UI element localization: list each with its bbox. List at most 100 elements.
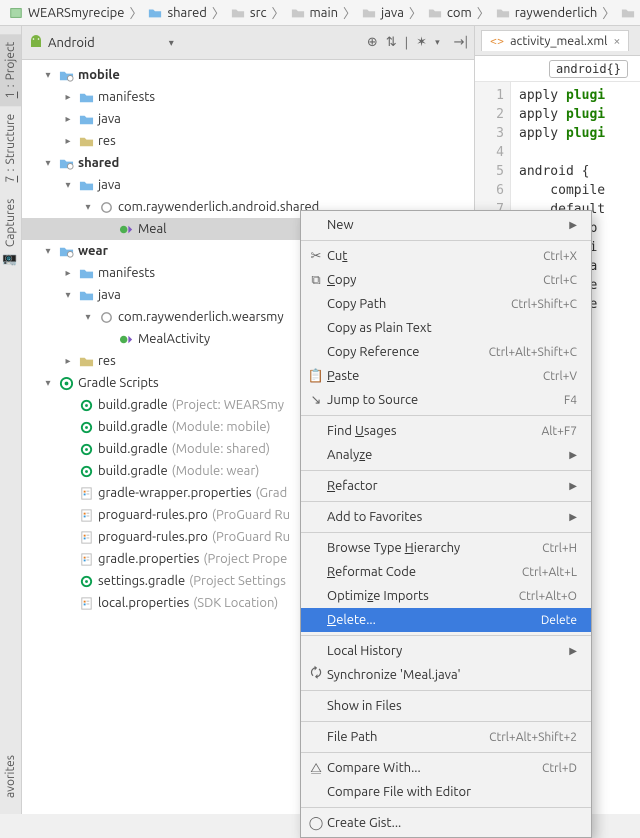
panel-header: Android ▾ ⊕ ⇅ | ✶ ▾ →| xyxy=(22,26,474,60)
target-icon[interactable]: ⊕ xyxy=(367,35,378,50)
tree-label: build.gradle xyxy=(98,398,168,412)
gradle-file-icon xyxy=(78,573,94,589)
minimize-icon[interactable]: →| xyxy=(454,35,468,50)
tree-arrow-icon[interactable]: ▾ xyxy=(42,377,54,389)
menu-label: Find Usages xyxy=(327,424,539,438)
folder-icon xyxy=(8,5,24,21)
menu-item[interactable]: Show in Files xyxy=(301,694,591,718)
menu-item[interactable]: Compare File with Editor xyxy=(301,780,591,804)
folder-icon xyxy=(147,5,163,21)
tree-arrow-icon[interactable]: ▸ xyxy=(62,135,74,147)
tree-row[interactable]: ▾mobile xyxy=(22,64,474,86)
context-menu[interactable]: New▶✂CutCtrl+X⧉CopyCtrl+CCopy PathCtrl+S… xyxy=(300,210,592,838)
tree-row[interactable]: ▸java xyxy=(22,108,474,130)
side-tab-captures[interactable]: 📷 Captures xyxy=(0,191,21,274)
sort-icon[interactable]: ⇅ xyxy=(386,35,397,50)
menu-item[interactable]: ✂CutCtrl+X xyxy=(301,244,591,268)
menu-item[interactable]: Refactor▶ xyxy=(301,474,591,498)
menu-item[interactable]: Copy ReferenceCtrl+Alt+Shift+C xyxy=(301,340,591,364)
menu-shortcut: Ctrl+H xyxy=(542,542,577,555)
editor-chip[interactable]: android{} xyxy=(549,60,628,78)
menu-separator xyxy=(301,690,591,691)
package-icon xyxy=(98,309,114,325)
menu-label: Copy as Plain Text xyxy=(327,321,577,335)
menu-item[interactable]: Add to Favorites▶ xyxy=(301,505,591,529)
tree-arrow-icon[interactable]: ▸ xyxy=(62,355,74,367)
breadcrumb-item[interactable]: shared xyxy=(143,5,210,21)
tree-arrow-icon[interactable]: ▾ xyxy=(42,245,54,257)
breadcrumb-item[interactable]: an xyxy=(616,5,640,21)
breadcrumb-separator-icon: 〉 xyxy=(271,3,286,22)
menu-label: Browse Type Hierarchy xyxy=(327,541,540,555)
breadcrumb-item[interactable]: main xyxy=(286,5,342,21)
breadcrumb-item[interactable]: raywenderlich xyxy=(491,5,601,21)
tree-hint: (ProGuard Ru xyxy=(212,530,290,544)
tree-label: build.gradle xyxy=(98,464,168,478)
side-tab-structure[interactable]: 7: Structure xyxy=(0,106,21,190)
tree-arrow-icon[interactable]: ▸ xyxy=(62,91,74,103)
tree-row[interactable]: ▸manifests xyxy=(22,86,474,108)
menu-item[interactable]: Analyze▶ xyxy=(301,443,591,467)
tree-arrow-icon[interactable]: ▸ xyxy=(62,267,74,279)
tree-arrow-icon[interactable]: ▾ xyxy=(62,289,74,301)
menu-item[interactable]: New▶ xyxy=(301,213,591,237)
gear-icon[interactable]: ✶ xyxy=(416,35,427,50)
line-number: 6 xyxy=(475,181,504,200)
menu-item[interactable]: Find UsagesAlt+F7 xyxy=(301,419,591,443)
tree-label: Meal xyxy=(138,222,167,236)
tree-row[interactable]: ▸ res xyxy=(22,130,474,152)
breadcrumb-item[interactable]: src xyxy=(226,5,271,21)
breadcrumb-item[interactable]: WEARSmyrecipe xyxy=(4,5,128,21)
module-icon xyxy=(58,243,74,259)
github-icon: ◯ xyxy=(307,816,325,831)
gear-arrow-icon[interactable]: ▾ xyxy=(435,37,440,48)
menu-label: Refactor xyxy=(327,479,567,493)
tree-arrow-icon[interactable]: ▸ xyxy=(62,113,74,125)
tree-label: res xyxy=(98,134,116,148)
breadcrumb-label: java xyxy=(381,6,404,20)
folder-icon xyxy=(620,5,636,21)
close-icon[interactable]: × xyxy=(613,34,620,48)
menu-separator xyxy=(301,501,591,502)
tree-row[interactable]: ▾shared xyxy=(22,152,474,174)
menu-label: Synchronize 'Meal.java' xyxy=(327,668,577,682)
panel-view-selector[interactable]: Android ▾ xyxy=(28,35,361,51)
side-tab-label: Project xyxy=(4,42,17,81)
tree-arrow-icon[interactable]: ▾ xyxy=(42,157,54,169)
menu-item[interactable]: Browse Type HierarchyCtrl+H xyxy=(301,536,591,560)
menu-item[interactable]: 📋PasteCtrl+V xyxy=(301,364,591,388)
menu-shortcut: Delete xyxy=(541,614,577,627)
menu-item[interactable]: ◯Create Gist... xyxy=(301,811,591,835)
menu-item[interactable]: Copy as Plain Text xyxy=(301,316,591,340)
menu-item[interactable]: Local History▶ xyxy=(301,639,591,663)
tree-arrow-icon[interactable]: ▾ xyxy=(82,201,94,213)
menu-item[interactable]: Optimize ImportsCtrl+Alt+O xyxy=(301,584,591,608)
menu-label: Cut xyxy=(327,249,541,263)
tree-label: MealActivity xyxy=(138,332,210,346)
menu-label: Reformat Code xyxy=(327,565,520,579)
menu-item[interactable]: ⧉CopyCtrl+C xyxy=(301,268,591,292)
submenu-arrow-icon: ▶ xyxy=(569,449,577,461)
menu-item[interactable]: Reformat CodeCtrl+Alt+L xyxy=(301,560,591,584)
side-tab-project[interactable]: 1: Project xyxy=(0,34,21,106)
tree-arrow-icon[interactable]: ▾ xyxy=(62,179,74,191)
editor-tab[interactable]: <> activity_meal.xml × xyxy=(481,30,629,51)
folder-icon xyxy=(290,5,306,21)
menu-label: Show in Files xyxy=(327,699,577,713)
tree-row[interactable]: ▾java xyxy=(22,174,474,196)
tree-arrow-icon[interactable]: ▾ xyxy=(82,311,94,323)
breadcrumb-item[interactable]: com xyxy=(423,5,476,21)
menu-item[interactable]: ↘Jump to SourceF4 xyxy=(301,388,591,412)
menu-item[interactable]: 🗘Synchronize 'Meal.java' xyxy=(301,663,591,687)
menu-item[interactable]: Copy PathCtrl+Shift+C xyxy=(301,292,591,316)
side-tab-favorites[interactable]: avorites xyxy=(0,747,21,806)
tree-arrow-icon[interactable]: ▾ xyxy=(42,69,54,81)
tree-label: com.raywenderlich.android.shared xyxy=(118,200,319,214)
menu-label: New xyxy=(327,218,567,232)
menu-item[interactable]: File PathCtrl+Alt+Shift+2 xyxy=(301,725,591,749)
menu-item[interactable]: Delete...Delete xyxy=(301,608,591,632)
breadcrumb-item[interactable]: java xyxy=(357,5,408,21)
folder-icon xyxy=(78,177,94,193)
breadcrumb-separator-icon: 〉 xyxy=(128,3,143,22)
menu-item[interactable]: ⧋Compare With...Ctrl+D xyxy=(301,756,591,780)
